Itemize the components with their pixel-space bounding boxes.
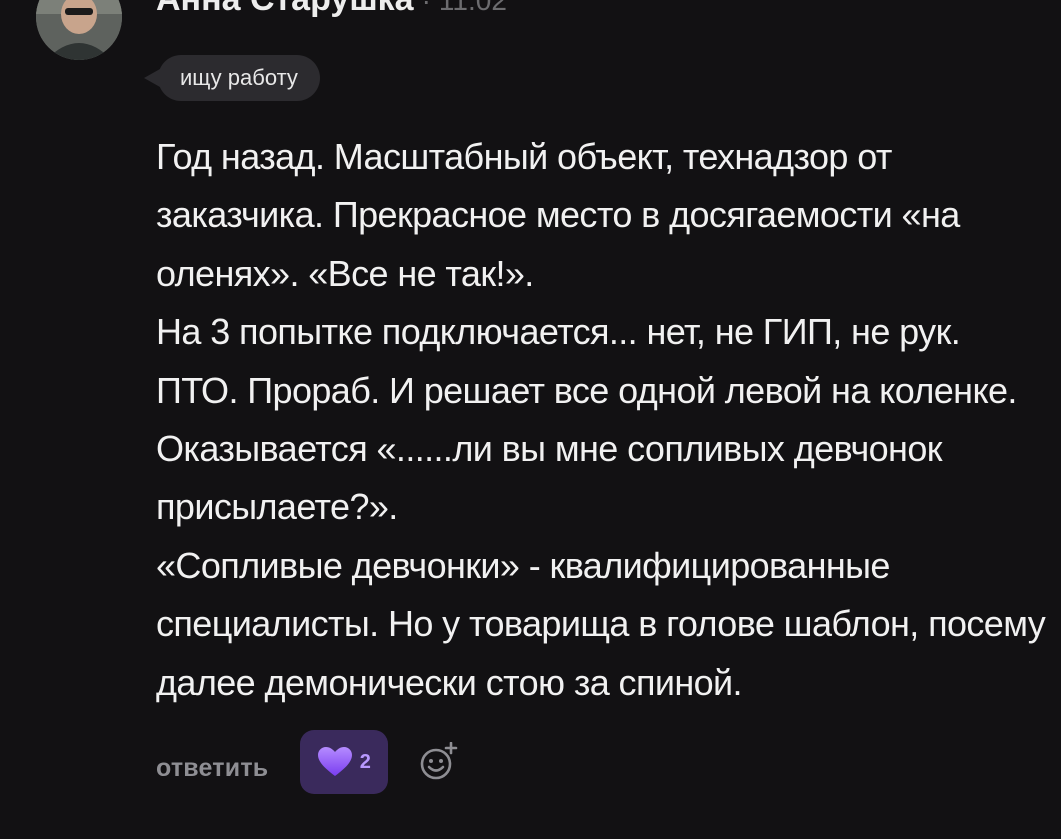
author-name[interactable]: Анна Старушка xyxy=(156,0,414,19)
like-button[interactable]: 2 xyxy=(300,730,389,794)
status-tag-label: ищу работу xyxy=(180,65,298,90)
comment-text: Год назад. Масштабный объект, технадзор … xyxy=(156,128,1051,712)
avatar-image xyxy=(36,0,122,60)
like-count: 2 xyxy=(359,750,371,773)
author-line: Анна Старушка · 11.02 xyxy=(156,0,507,20)
comment-paragraph: На 3 попытке подключается... нет, не ГИП… xyxy=(156,311,1017,528)
more-dots-icon[interactable] xyxy=(999,0,1039,10)
comment-paragraph: Год назад. Масштабный объект, технадзор … xyxy=(156,136,960,294)
status-tag: ищу работу xyxy=(144,55,320,101)
comment: Анна Старушка · 11.02 ищу работу Год наз… xyxy=(0,0,1061,839)
reply-button[interactable]: ответить xyxy=(156,754,268,783)
add-reaction-icon[interactable] xyxy=(418,742,458,782)
comment-actions: ответить 2 xyxy=(156,730,458,794)
meta-separator: · xyxy=(421,0,431,16)
avatar[interactable] xyxy=(36,0,122,60)
comment-time: 11.02 xyxy=(438,0,507,16)
comment-paragraph: «Сопливые девчонки» - квалифицированные … xyxy=(156,544,1046,703)
heart-icon xyxy=(317,747,352,776)
